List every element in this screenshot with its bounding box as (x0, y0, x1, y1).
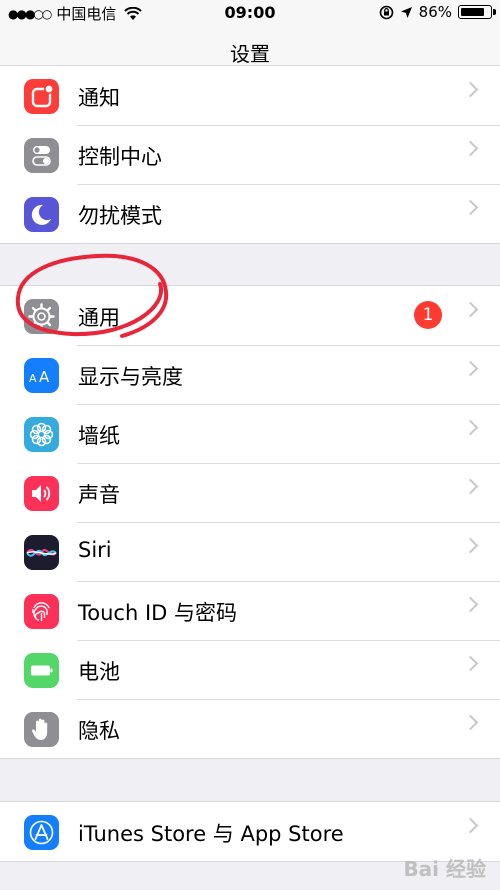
chevron-right-icon (462, 537, 479, 554)
settings-row-label: 声音 (78, 483, 120, 507)
settings-group-1: 通知 控制中心 勿扰模式 (0, 65, 500, 244)
chevron-right-icon (462, 140, 479, 157)
chevron-right-icon (462, 596, 479, 613)
settings-row-label: 显示与亮度 (78, 365, 183, 389)
settings-group-2: 通用 1 A A 显示与亮度 墙纸 声音 Siri Touch ID 与密码 电… (0, 285, 500, 759)
chevron-right-icon (462, 301, 479, 318)
location-arrow-icon (400, 6, 412, 18)
svg-text:A: A (29, 372, 37, 385)
settings-row-battery[interactable]: 电池 (0, 640, 500, 699)
settings-row-display-brightness[interactable]: A A 显示与亮度 (0, 345, 500, 404)
battery-percent: 86% (418, 3, 452, 21)
settings-row-label: 勿扰模式 (78, 204, 162, 228)
siri-icon (24, 535, 59, 570)
speaker-icon (24, 476, 59, 511)
settings-row-label: 控制中心 (78, 145, 162, 169)
hand-icon (24, 712, 59, 747)
fingerprint-icon (24, 594, 59, 629)
notification-badge: 1 (414, 301, 442, 329)
settings-row-sounds[interactable]: 声音 (0, 463, 500, 522)
chevron-right-icon (462, 655, 479, 672)
svg-text:A: A (39, 368, 50, 386)
chevron-right-icon (462, 817, 479, 834)
app-store-icon (24, 815, 59, 850)
chevron-right-icon (462, 478, 479, 495)
chevron-right-icon (462, 199, 479, 216)
wallpaper-flower-icon (24, 417, 59, 452)
display-brightness-icon: A A (24, 358, 59, 393)
settings-row-notifications[interactable]: 通知 (0, 66, 500, 125)
status-bar: ●●●○○ 中国电信 09:00 86% (0, 0, 500, 26)
chevron-right-icon (462, 419, 479, 436)
settings-row-do-not-disturb[interactable]: 勿扰模式 (0, 184, 500, 243)
battery-fill (461, 8, 484, 16)
chevron-right-icon (462, 714, 479, 731)
settings-row-label: Touch ID 与密码 (78, 601, 237, 625)
status-right: 86% (379, 3, 496, 21)
settings-row-siri[interactable]: Siri (0, 522, 500, 581)
annotation-circle (15, 253, 169, 338)
settings-row-label: 电池 (78, 660, 120, 684)
chevron-right-icon (462, 360, 479, 377)
settings-row-label: 隐私 (78, 719, 120, 743)
notifications-icon (24, 79, 59, 114)
watermark: Bai 经验 (403, 857, 486, 881)
settings-row-label: 墙纸 (78, 424, 120, 448)
settings-row-label: 通知 (78, 86, 120, 110)
moon-icon (24, 197, 59, 232)
battery-indicator-icon (458, 5, 496, 19)
settings-row-control-center[interactable]: 控制中心 (0, 125, 500, 184)
page-title: 设置 (230, 42, 270, 66)
settings-row-label: Siri (78, 538, 112, 562)
settings-row-touch-id-passcode[interactable]: Touch ID 与密码 (0, 581, 500, 640)
rotation-lock-icon (379, 5, 393, 19)
battery-icon (24, 653, 59, 688)
settings-row-wallpaper[interactable]: 墙纸 (0, 404, 500, 463)
settings-row-privacy[interactable]: 隐私 (0, 699, 500, 758)
chevron-right-icon (462, 81, 479, 98)
settings-row-label: iTunes Store 与 App Store (78, 822, 344, 846)
control-center-icon (24, 138, 59, 173)
